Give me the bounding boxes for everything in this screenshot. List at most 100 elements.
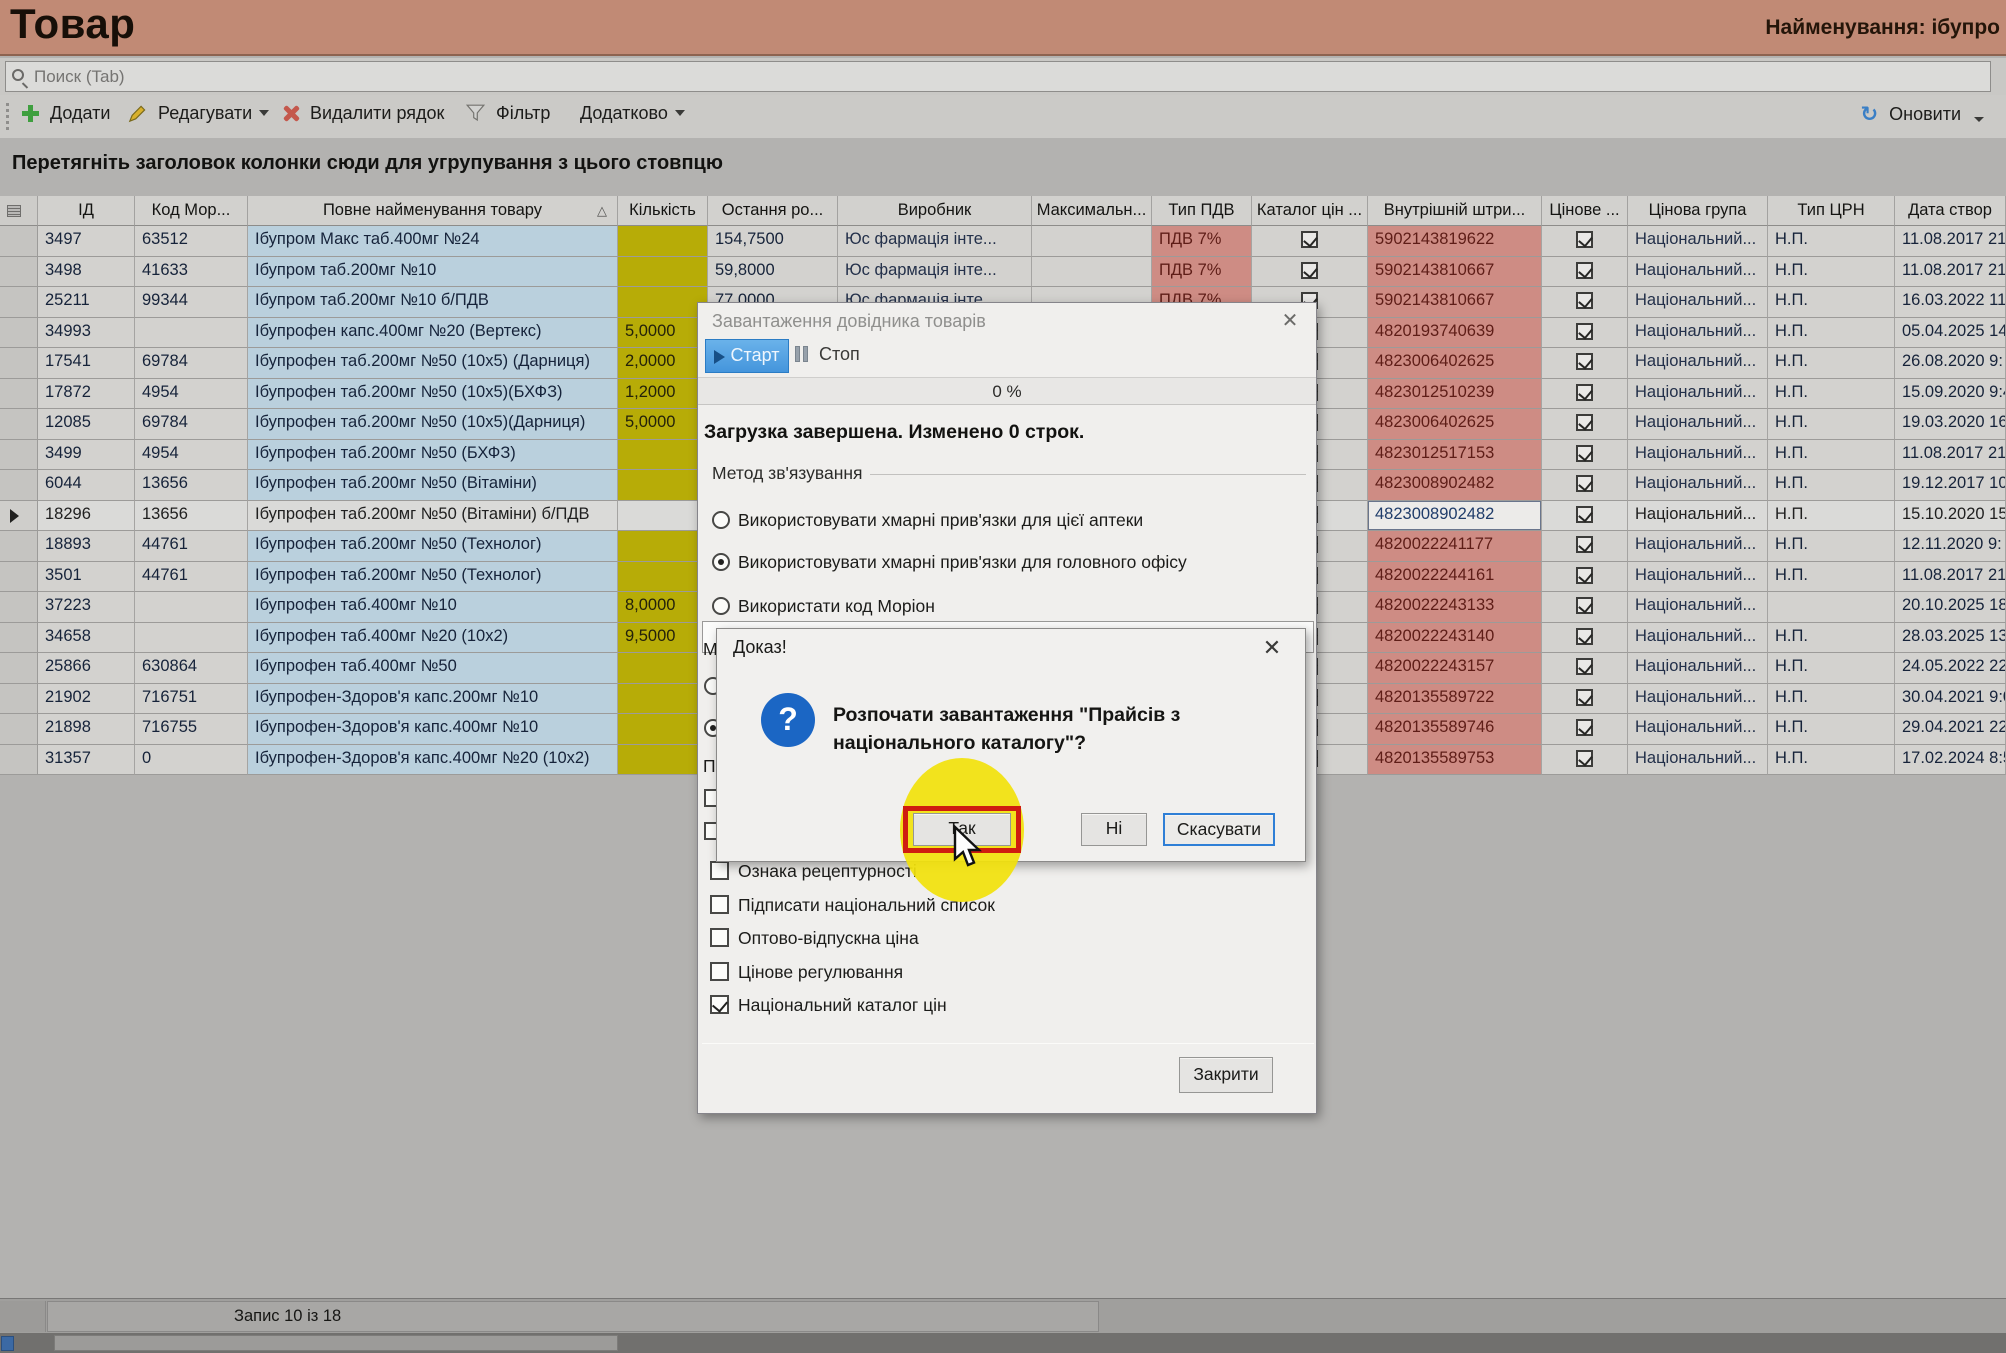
- scrollbar-thumb[interactable]: [54, 1335, 618, 1351]
- cell-group[interactable]: Національний...: [1628, 745, 1768, 776]
- cell-id[interactable]: 18296: [38, 501, 135, 532]
- row-gutter[interactable]: [0, 287, 38, 318]
- cell-group[interactable]: Національний...: [1628, 562, 1768, 593]
- cell-price[interactable]: [1542, 745, 1628, 776]
- row-gutter[interactable]: [0, 318, 38, 349]
- cell-code[interactable]: 41633: [135, 257, 248, 288]
- cell-crn[interactable]: Н.П.: [1768, 531, 1895, 562]
- cell-catalog[interactable]: [1252, 257, 1368, 288]
- cell-qty[interactable]: [618, 226, 708, 257]
- cell-price[interactable]: [1542, 409, 1628, 440]
- row-gutter[interactable]: [0, 226, 38, 257]
- cell-name[interactable]: Ібупрофен таб.400мг №10: [248, 592, 618, 623]
- cell-date[interactable]: 11.08.2017 21: [1895, 257, 2006, 288]
- cell-barcode[interactable]: 4820022243140: [1368, 623, 1542, 654]
- cell-qty[interactable]: 2,0000: [618, 348, 708, 379]
- column-header-group[interactable]: Цінова група: [1628, 196, 1768, 226]
- cell-crn[interactable]: Н.П.: [1768, 562, 1895, 593]
- cell-qty[interactable]: 5,0000: [618, 318, 708, 349]
- cell-price[interactable]: [1542, 653, 1628, 684]
- cell-qty[interactable]: 9,5000: [618, 623, 708, 654]
- cell-price[interactable]: [1542, 501, 1628, 532]
- cell-id[interactable]: 12085: [38, 409, 135, 440]
- cell-qty[interactable]: [618, 714, 708, 745]
- cell-barcode[interactable]: 5902143819622: [1368, 226, 1542, 257]
- cell-group[interactable]: Національний...: [1628, 379, 1768, 410]
- cell-name[interactable]: Ібупром Макс таб.400мг №24: [248, 226, 618, 257]
- cell-group[interactable]: Національний...: [1628, 470, 1768, 501]
- cell-code[interactable]: 44761: [135, 562, 248, 593]
- cell-group[interactable]: Національний...: [1628, 684, 1768, 715]
- cell-id[interactable]: 3501: [38, 562, 135, 593]
- row-gutter[interactable]: [0, 531, 38, 562]
- cell-id[interactable]: 3499: [38, 440, 135, 471]
- row-gutter[interactable]: [0, 257, 38, 288]
- cell-barcode[interactable]: 4820135589722: [1368, 684, 1542, 715]
- cell-barcode[interactable]: 4820022244161: [1368, 562, 1542, 593]
- cell-name[interactable]: Ібупрофен таб.200мг №50 (Вітаміни) б/ПДВ: [248, 501, 618, 532]
- cell-qty[interactable]: [618, 440, 708, 471]
- cell-id[interactable]: 17872: [38, 379, 135, 410]
- filter-button[interactable]: Фільтр: [466, 102, 550, 131]
- cell-max[interactable]: [1032, 226, 1152, 257]
- cell-crn[interactable]: Н.П.: [1768, 623, 1895, 654]
- cell-qty[interactable]: 5,0000: [618, 409, 708, 440]
- cell-price[interactable]: [1542, 623, 1628, 654]
- cell-barcode[interactable]: 4823012517153: [1368, 440, 1542, 471]
- cell-price[interactable]: [1542, 257, 1628, 288]
- cell-barcode[interactable]: 4820022243133: [1368, 592, 1542, 623]
- confirm-dialog-close-button[interactable]: ✕: [1259, 635, 1285, 661]
- cell-group[interactable]: Національний...: [1628, 348, 1768, 379]
- cell-date[interactable]: 16.03.2022 11: [1895, 287, 2006, 318]
- cell-date[interactable]: 29.04.2021 22: [1895, 714, 2006, 745]
- cell-name[interactable]: Ібупрофен таб.400мг №20 (10х2): [248, 623, 618, 654]
- cell-name[interactable]: Ібупрофен таб.200мг №50 (Технолог): [248, 531, 618, 562]
- cell-code[interactable]: [135, 318, 248, 349]
- cell-barcode[interactable]: 4820193740639: [1368, 318, 1542, 349]
- cell-barcode[interactable]: 4820135589746: [1368, 714, 1542, 745]
- cell-qty[interactable]: [618, 562, 708, 593]
- column-header-price[interactable]: Цінове ...: [1542, 196, 1628, 226]
- cell-crn[interactable]: Н.П.: [1768, 653, 1895, 684]
- cell-barcode[interactable]: 4820022243157: [1368, 653, 1542, 684]
- cell-crn[interactable]: Н.П.: [1768, 745, 1895, 776]
- cell-date[interactable]: 19.12.2017 10: [1895, 470, 2006, 501]
- cell-id[interactable]: 21902: [38, 684, 135, 715]
- cell-date[interactable]: 19.03.2020 16: [1895, 409, 2006, 440]
- cell-date[interactable]: 24.05.2022 22: [1895, 653, 2006, 684]
- cell-id[interactable]: 31357: [38, 745, 135, 776]
- cell-group[interactable]: Національний...: [1628, 653, 1768, 684]
- cell-price[interactable]: [1542, 226, 1628, 257]
- cell-qty[interactable]: 8,0000: [618, 592, 708, 623]
- horizontal-scrollbar[interactable]: [0, 1333, 2006, 1353]
- search-input[interactable]: Поиск (Tab): [5, 61, 1991, 92]
- column-header-max[interactable]: Максимальн...: [1032, 196, 1152, 226]
- column-header-crn[interactable]: Тип ЦРН: [1768, 196, 1895, 226]
- cell-date[interactable]: 17.02.2024 8:5: [1895, 745, 2006, 776]
- column-header-name[interactable]: Повне найменування товару△: [248, 196, 618, 226]
- cell-price[interactable]: [1542, 592, 1628, 623]
- cell-date[interactable]: 28.03.2025 13: [1895, 623, 2006, 654]
- cell-price[interactable]: [1542, 684, 1628, 715]
- column-header-id[interactable]: ІД: [38, 196, 135, 226]
- cell-catalog[interactable]: [1252, 226, 1368, 257]
- column-header-qty[interactable]: Кількість: [618, 196, 708, 226]
- column-header-vendor[interactable]: Виробник: [838, 196, 1032, 226]
- row-gutter[interactable]: [0, 623, 38, 654]
- cell-code[interactable]: 716755: [135, 714, 248, 745]
- cell-group[interactable]: Національний...: [1628, 531, 1768, 562]
- cell-date[interactable]: 05.04.2025 14: [1895, 318, 2006, 349]
- cell-qty[interactable]: [618, 287, 708, 318]
- stop-button[interactable]: Стоп: [795, 341, 875, 371]
- cell-crn[interactable]: Н.П.: [1768, 714, 1895, 745]
- cell-barcode[interactable]: 4820022241177: [1368, 531, 1542, 562]
- cell-code[interactable]: 13656: [135, 470, 248, 501]
- row-gutter[interactable]: [0, 440, 38, 471]
- cell-max[interactable]: [1032, 257, 1152, 288]
- cell-id[interactable]: 25866: [38, 653, 135, 684]
- refresh-caret-icon[interactable]: [1974, 117, 1984, 122]
- cell-price[interactable]: [1542, 531, 1628, 562]
- cell-name[interactable]: Ібупрофен таб.200мг №50 (Вітаміни): [248, 470, 618, 501]
- cell-code[interactable]: 630864: [135, 653, 248, 684]
- cell-code[interactable]: [135, 623, 248, 654]
